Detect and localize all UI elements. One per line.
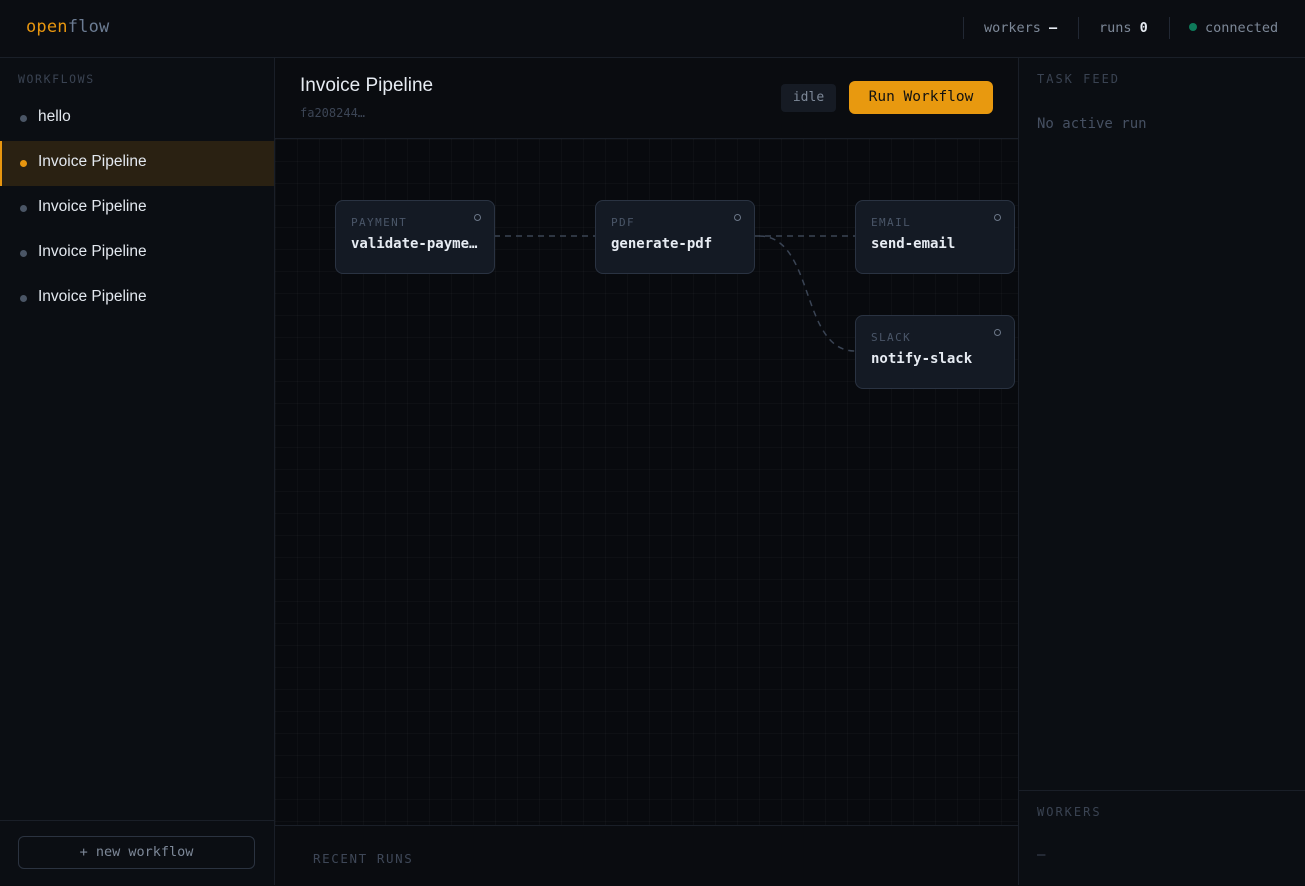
workflow-dot-icon <box>20 295 27 302</box>
node-kind: PDF <box>611 216 636 229</box>
connection-dot-icon <box>1189 23 1197 31</box>
workflow-main: Invoice Pipeline fa208244… idle Run Work… <box>275 58 1018 886</box>
node-generate-pdf[interactable]: PDF generate-pdf <box>595 200 755 274</box>
sidebar: WORKFLOWS hello Invoice Pipeline Invoice… <box>0 58 275 885</box>
app-root: openflow workers — runs 0 connected WORK… <box>0 0 1305 886</box>
node-name: generate-pdf <box>611 236 713 252</box>
connection-status: connected <box>1189 20 1278 36</box>
node-name: send-email <box>871 236 956 252</box>
workers-stat-value: — <box>1049 20 1058 36</box>
workflow-dot-icon <box>20 250 27 257</box>
runs-stat: runs 0 <box>1099 20 1148 36</box>
divider <box>963 17 964 39</box>
node-notify-slack[interactable]: SLACK notify-slack <box>855 315 1015 389</box>
sidebar-item-hello[interactable]: hello <box>0 96 274 141</box>
sidebar-item-invoice-pipeline[interactable]: Invoice Pipeline <box>0 276 274 321</box>
workflow-dot-icon <box>20 160 27 167</box>
new-workflow-button[interactable]: + new workflow <box>18 836 255 869</box>
logo-open: open <box>26 17 68 37</box>
recent-runs-heading: RECENT RUNS <box>313 851 414 866</box>
recent-runs-panel[interactable]: RECENT RUNS <box>275 825 1018 886</box>
node-name: validate-payme… <box>351 236 478 252</box>
sidebar-item-label: Invoice Pipeline <box>38 288 147 305</box>
sidebar-item-label: Invoice Pipeline <box>38 198 147 215</box>
runs-stat-label: runs <box>1099 20 1132 36</box>
page-title: Invoice Pipeline <box>300 75 434 96</box>
sidebar-item-label: Invoice Pipeline <box>38 243 147 260</box>
task-feed-empty: No active run <box>1037 116 1147 132</box>
logo-flow: flow <box>67 17 110 37</box>
sidebar-item-label: Invoice Pipeline <box>38 153 147 170</box>
task-feed-heading: TASK FEED <box>1037 72 1121 86</box>
node-status-icon <box>994 329 1001 336</box>
divider <box>1078 17 1079 39</box>
workers-value: — <box>1037 847 1046 863</box>
node-kind: EMAIL <box>871 216 912 229</box>
node-status-icon <box>734 214 741 221</box>
app-logo[interactable]: openflow <box>26 17 110 37</box>
sidebar-heading: WORKFLOWS <box>18 72 95 86</box>
sidebar-item-invoice-pipeline[interactable]: Invoice Pipeline <box>0 186 274 231</box>
node-status-icon <box>994 214 1001 221</box>
workflow-header: Invoice Pipeline fa208244… idle Run Work… <box>275 58 1018 139</box>
runs-stat-value: 0 <box>1139 20 1148 36</box>
edge-pdf-to-slack <box>758 235 856 352</box>
node-status-icon <box>474 214 481 221</box>
sidebar-item-label: hello <box>38 108 71 125</box>
top-bar: openflow workers — runs 0 connected <box>0 0 1305 58</box>
node-kind: SLACK <box>871 331 912 344</box>
workflow-canvas[interactable]: PAYMENT validate-payme… PDF generate-pdf… <box>275 139 1018 825</box>
node-name: notify-slack <box>871 351 973 367</box>
node-kind: PAYMENT <box>351 216 408 229</box>
status-badge: idle <box>781 84 836 112</box>
workers-panel: WORKERS — <box>1019 790 1305 886</box>
connection-status-text: connected <box>1205 20 1279 36</box>
workflow-id: fa208244… <box>300 106 366 120</box>
sidebar-item-invoice-pipeline[interactable]: Invoice Pipeline <box>0 231 274 276</box>
run-workflow-button[interactable]: Run Workflow <box>849 81 993 114</box>
workers-stat: workers — <box>984 20 1057 36</box>
right-panel: TASK FEED No active run WORKERS — <box>1018 58 1305 885</box>
node-validate-payment[interactable]: PAYMENT validate-payme… <box>335 200 495 274</box>
workers-stat-label: workers <box>984 20 1041 36</box>
workers-heading: WORKERS <box>1037 805 1102 819</box>
sidebar-item-invoice-pipeline-active[interactable]: Invoice Pipeline <box>0 141 274 186</box>
workflow-dot-icon <box>20 205 27 212</box>
node-send-email[interactable]: EMAIL send-email <box>855 200 1015 274</box>
divider <box>1169 17 1170 39</box>
workflow-dot-icon <box>20 115 27 122</box>
sidebar-footer: + new workflow <box>0 820 274 886</box>
